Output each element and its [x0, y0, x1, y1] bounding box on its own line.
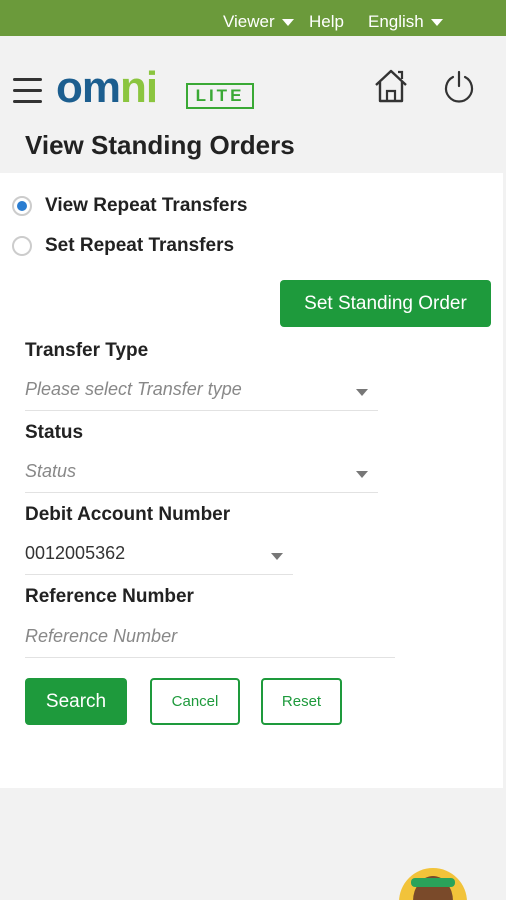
radio-unselected-icon[interactable]	[12, 236, 32, 256]
reference-number-label: Reference Number	[25, 586, 194, 607]
menu-icon[interactable]	[13, 78, 42, 103]
title-bar: View Standing Orders	[0, 117, 506, 173]
page-title: View Standing Orders	[25, 130, 295, 160]
transfer-type-placeholder: Please select Transfer type	[25, 379, 242, 399]
chevron-down-icon	[430, 19, 443, 27]
chevron-down-icon	[271, 553, 283, 560]
logo-lite-badge: LITE	[186, 83, 254, 109]
radio-label: Set Repeat Transfers	[45, 235, 235, 256]
debit-account-label: Debit Account Number	[25, 504, 231, 525]
cancel-button[interactable]: Cancel	[150, 678, 240, 725]
set-standing-order-button[interactable]: Set Standing Order	[280, 280, 491, 327]
radio-label: View Repeat Transfers	[45, 195, 248, 216]
home-icon[interactable]	[374, 68, 408, 104]
radio-view-repeat-transfers[interactable]: View Repeat Transfers	[12, 195, 247, 217]
radio-selected-icon[interactable]	[12, 196, 32, 216]
viewer-label: Viewer	[223, 12, 275, 31]
chevron-down-icon	[356, 389, 368, 396]
status-placeholder: Status	[25, 461, 77, 481]
transfer-type-select[interactable]: Please select Transfer type	[25, 371, 378, 411]
chevron-down-icon	[281, 19, 294, 27]
top-bar: Viewer Help English	[0, 0, 506, 36]
chat-assistant-avatar[interactable]	[399, 868, 467, 900]
language-menu[interactable]: English	[368, 12, 443, 32]
app-header: omni LITE	[0, 36, 506, 117]
standing-orders-panel: View Repeat Transfers Set Repeat Transfe…	[0, 173, 503, 788]
help-link[interactable]: Help	[309, 12, 344, 32]
status-label: Status	[25, 422, 84, 443]
status-select[interactable]: Status	[25, 453, 378, 493]
chevron-down-icon	[356, 471, 368, 478]
reference-number-placeholder: Reference Number	[25, 626, 178, 646]
debit-account-value: 0012005362	[25, 543, 126, 563]
reset-button[interactable]: Reset	[261, 678, 342, 725]
language-label: English	[368, 12, 424, 31]
radio-set-repeat-transfers[interactable]: Set Repeat Transfers	[12, 235, 234, 257]
viewer-menu[interactable]: Viewer	[223, 12, 294, 32]
power-icon[interactable]	[443, 70, 475, 104]
search-button[interactable]: Search	[25, 678, 127, 725]
logo: omni	[56, 63, 158, 112]
transfer-type-label: Transfer Type	[25, 340, 149, 361]
debit-account-select[interactable]: 0012005362	[25, 535, 293, 575]
reference-number-input[interactable]: Reference Number	[25, 618, 395, 658]
